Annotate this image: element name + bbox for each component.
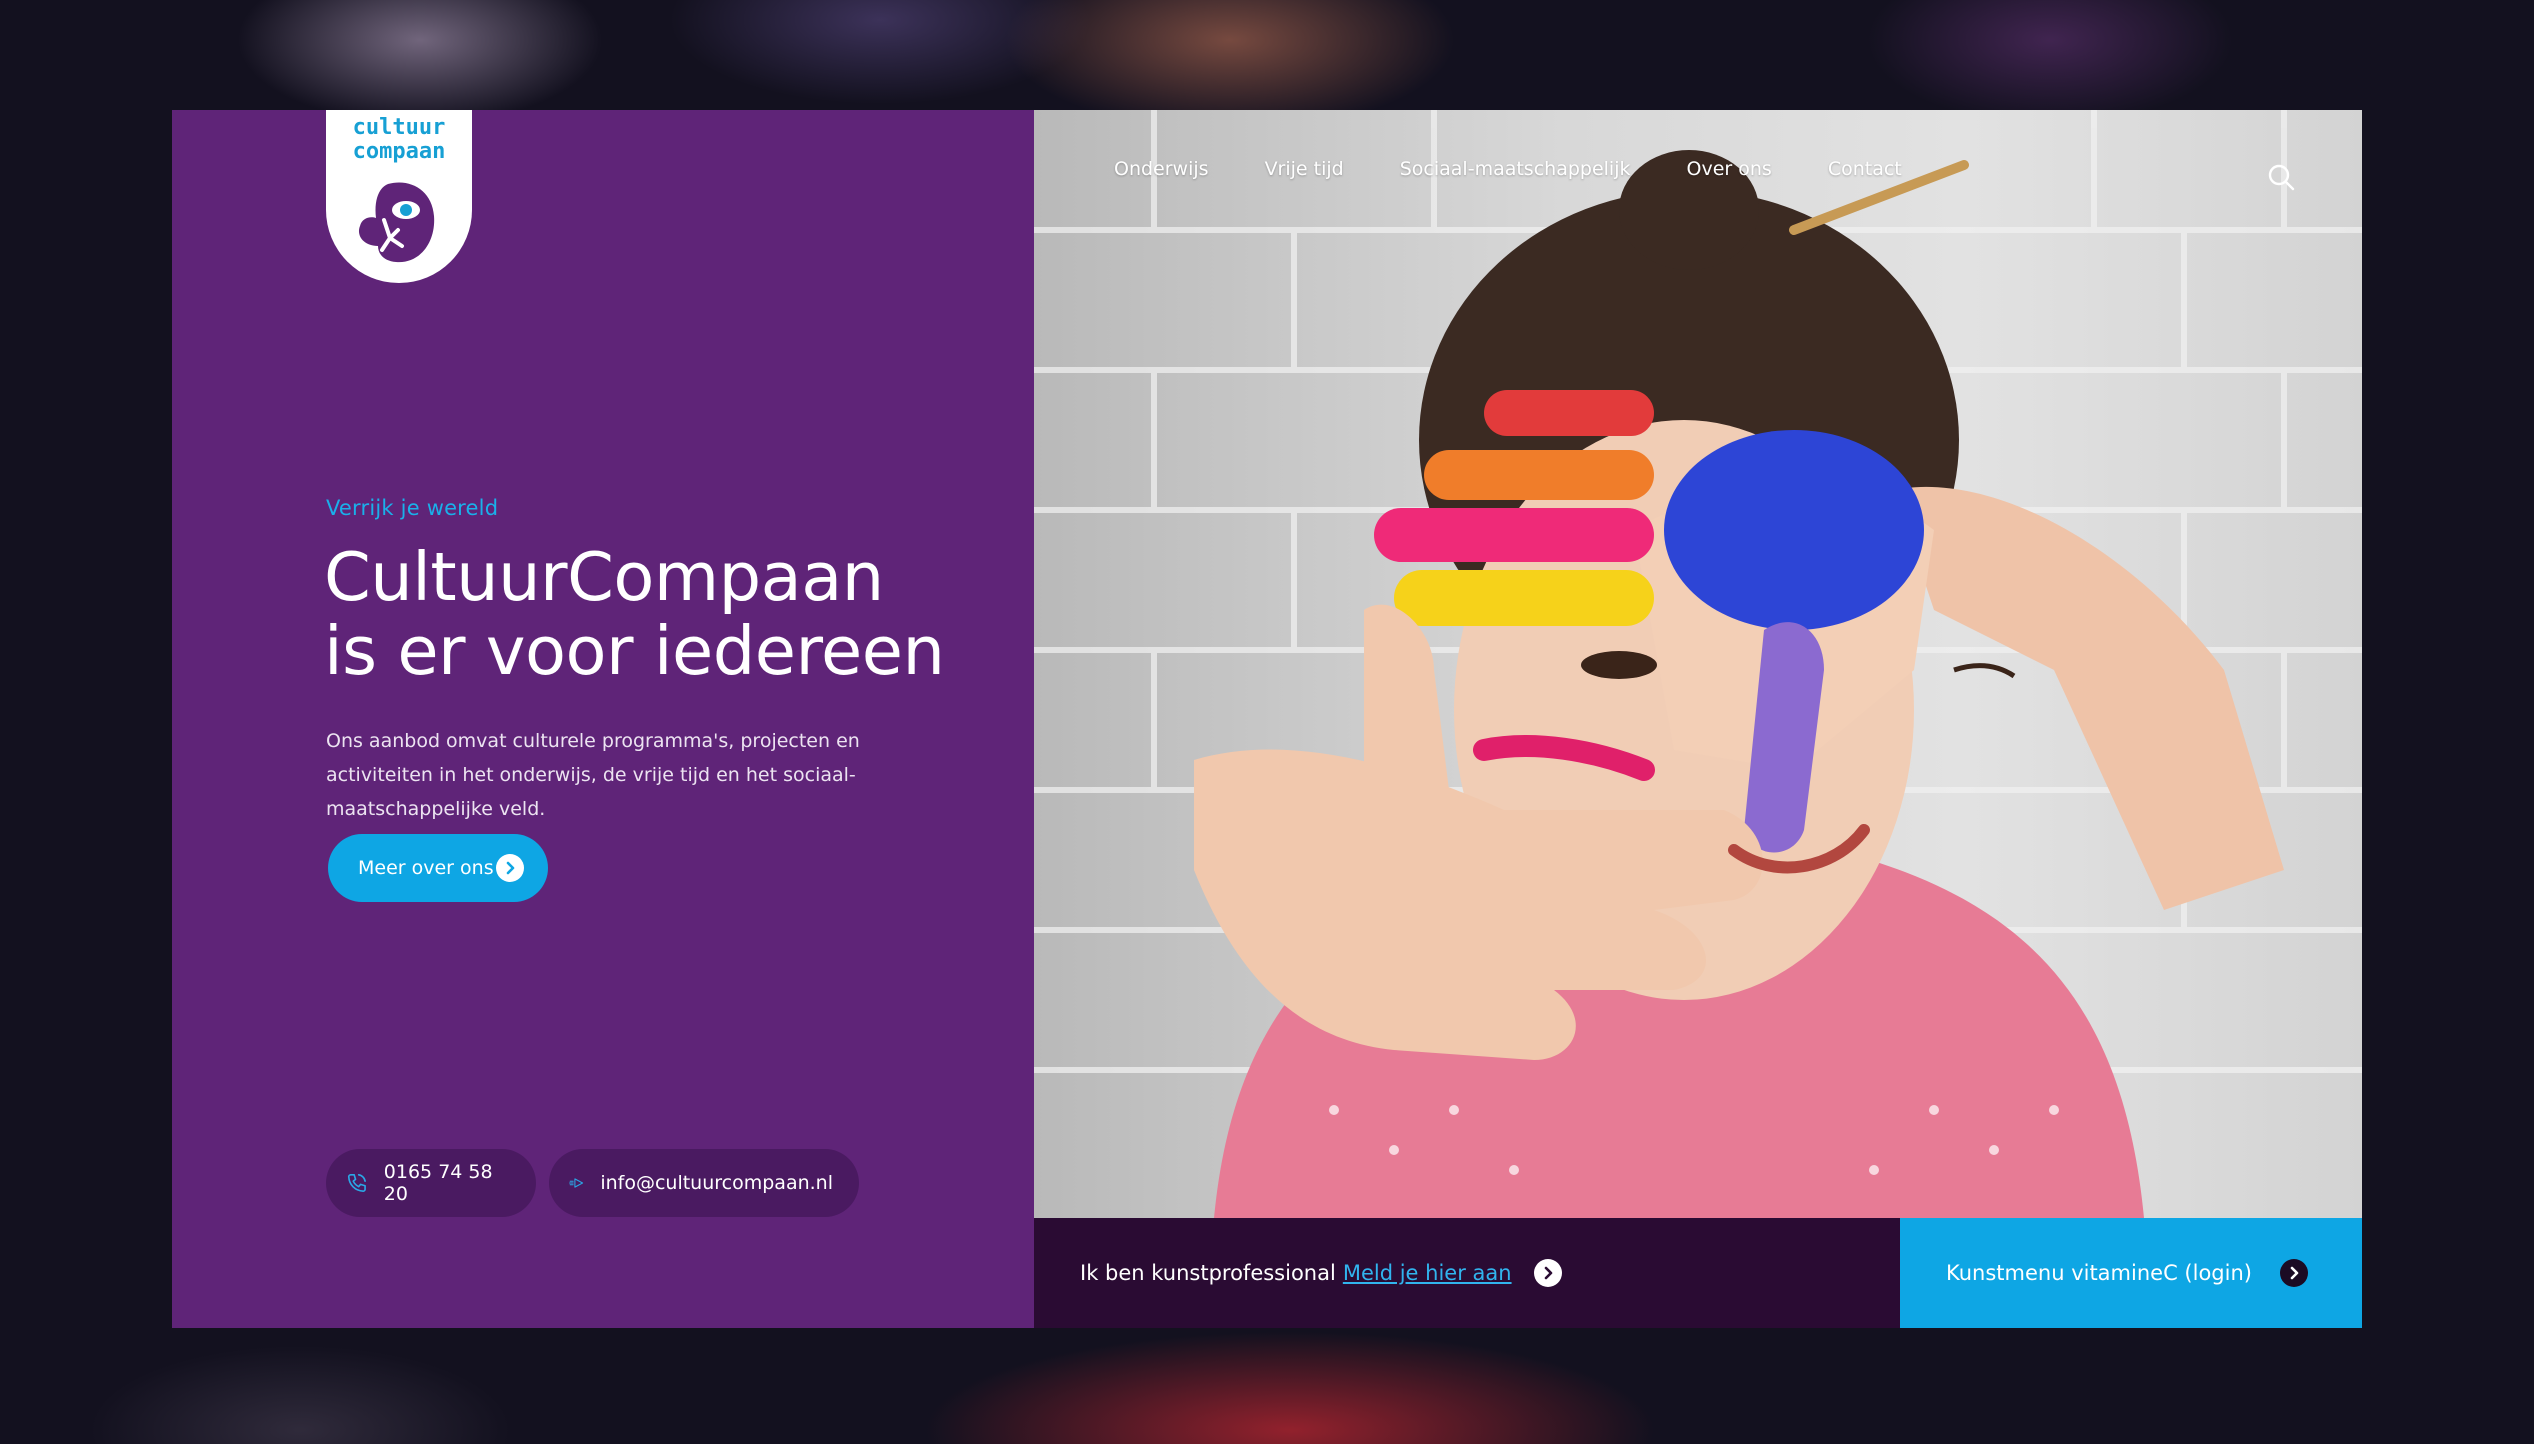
hero-title-line-1: CultuurCompaan: [324, 538, 884, 616]
chevron-right-icon: [496, 854, 524, 882]
phone-icon: [347, 1174, 366, 1192]
logo[interactable]: cultuur compaan: [326, 110, 472, 283]
search-icon[interactable]: [2266, 162, 2296, 192]
hero-left-panel: cultuur compaan Verrijk je wereld Cultuu…: [172, 110, 1034, 1328]
hero-photo-girl-with-painted-hand: [1034, 110, 2362, 1218]
logo-wordmark: cultuur compaan: [326, 116, 472, 164]
art-professional-bar: Ik ben kunstprofessional Meld je hier aa…: [1034, 1218, 1900, 1328]
send-mail-icon: [569, 1178, 584, 1188]
nav-item-contact[interactable]: Contact: [1828, 158, 1902, 180]
main-nav: Onderwijs Vrije tijd Sociaal-maatschappe…: [1114, 158, 1902, 180]
email-address: info@cultuurcompaan.nl: [600, 1172, 833, 1194]
hero-image-panel: Onderwijs Vrije tijd Sociaal-maatschappe…: [1034, 110, 2362, 1218]
email-link[interactable]: info@cultuurcompaan.nl: [549, 1149, 859, 1217]
kunstmenu-login-button[interactable]: Kunstmenu vitamineC (login): [1900, 1218, 2362, 1328]
phone-link[interactable]: 0165 74 58 20: [326, 1149, 536, 1217]
nav-item-sociaal-maatschappelijk[interactable]: Sociaal-maatschappelijk: [1400, 158, 1631, 180]
register-link[interactable]: Meld je hier aan: [1343, 1261, 1512, 1285]
more-about-us-label: Meer over ons: [358, 857, 494, 879]
nav-item-over-ons[interactable]: Over ons: [1687, 158, 1772, 180]
kunstmenu-login-label: Kunstmenu vitamineC (login): [1946, 1261, 2252, 1285]
hero-title-line-2: is er voor iedereen: [324, 612, 945, 690]
hero-eyebrow: Verrijk je wereld: [326, 496, 499, 520]
phone-number: 0165 74 58 20: [383, 1161, 493, 1205]
logo-line-2: compaan: [352, 139, 446, 164]
chevron-right-icon: [2279, 1259, 2308, 1287]
nav-item-onderwijs[interactable]: Onderwijs: [1114, 158, 1209, 180]
hero-intro: Ons aanbod omvat culturele programma's, …: [326, 730, 860, 820]
website-frame: cultuur compaan Verrijk je wereld Cultuu…: [172, 110, 2362, 1328]
logo-line-1: cultuur: [352, 115, 446, 140]
chevron-right-icon[interactable]: [1533, 1259, 1562, 1287]
art-professional-text: Ik ben kunstprofessional: [1080, 1261, 1336, 1285]
more-about-us-button[interactable]: Meer over ons: [328, 834, 548, 902]
nav-item-vrije-tijd[interactable]: Vrije tijd: [1265, 158, 1344, 180]
hero-title: CultuurCompaan is er voor iedereen: [324, 540, 1024, 688]
logo-face-icon: [358, 182, 435, 263]
